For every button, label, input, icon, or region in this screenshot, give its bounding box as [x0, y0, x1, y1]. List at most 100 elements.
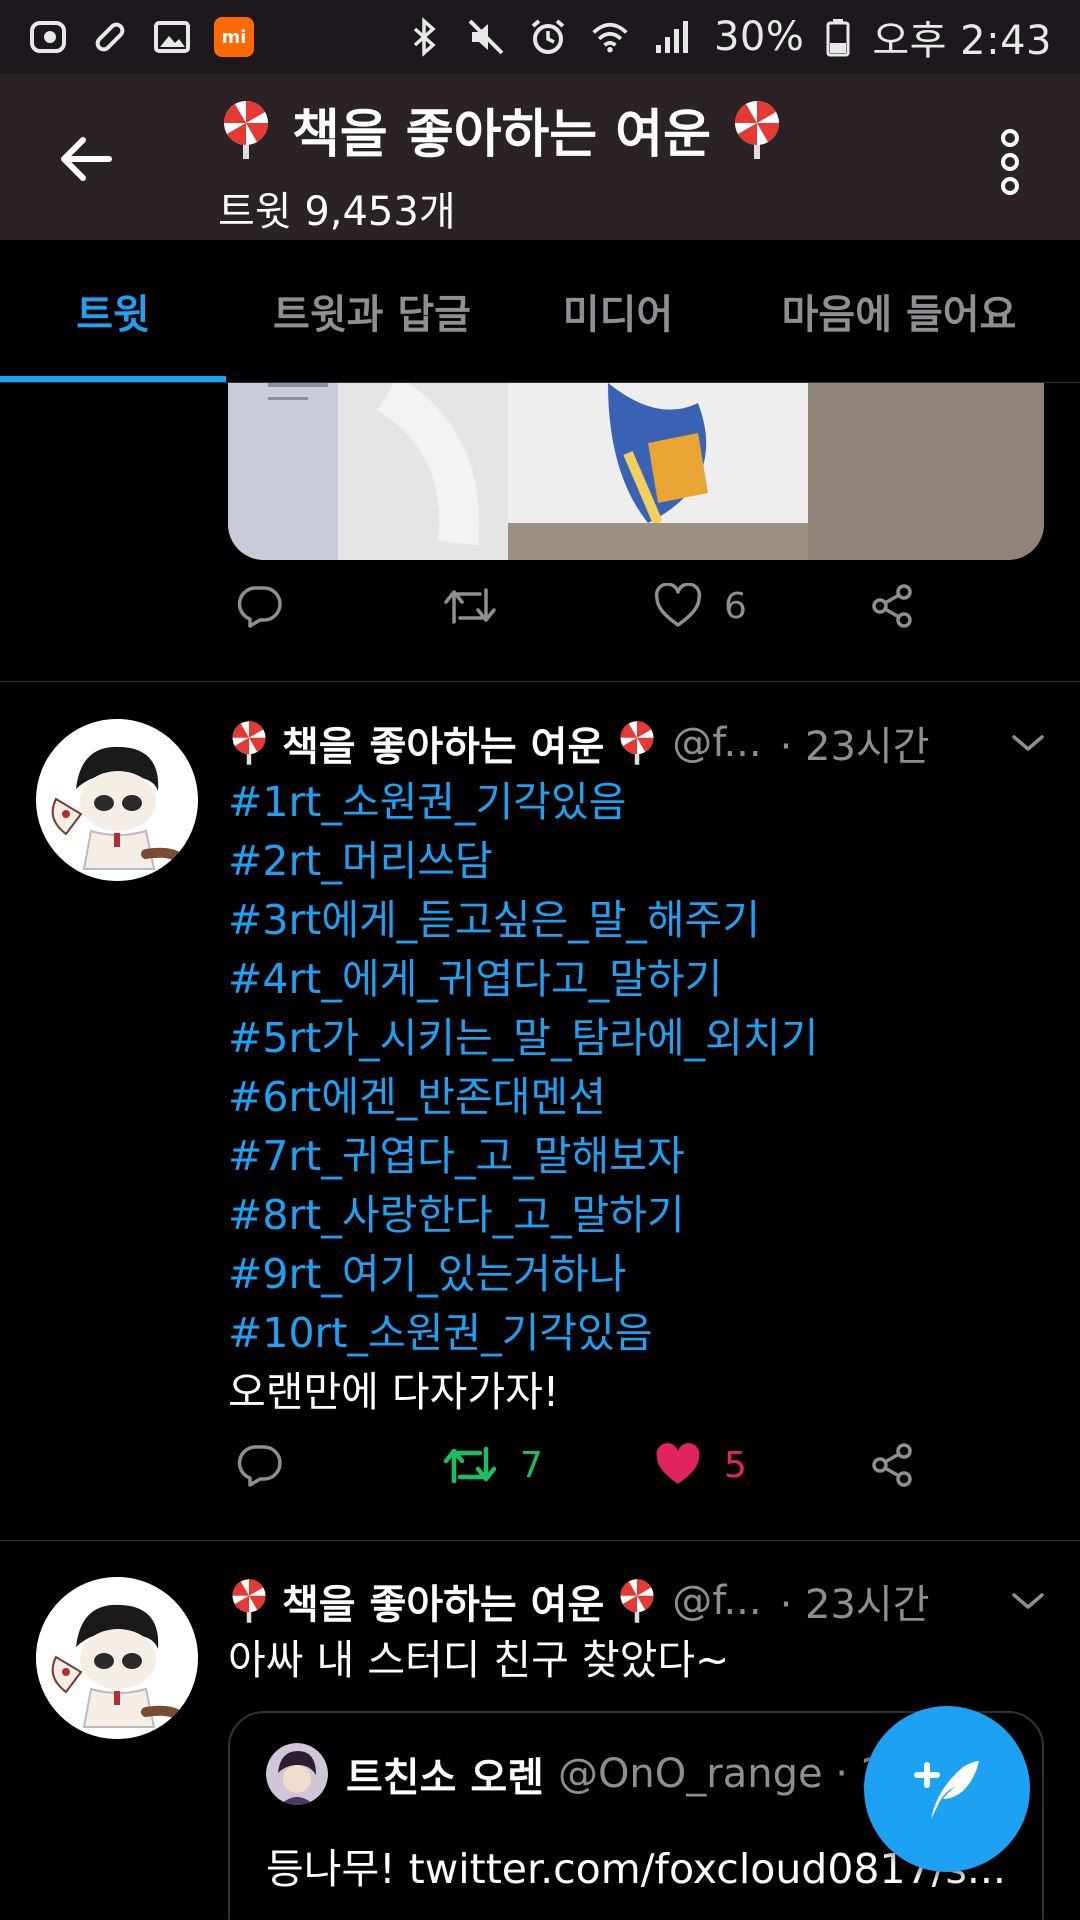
battery-percent: 30% [713, 14, 805, 60]
mug-photo [228, 383, 1044, 560]
chevron-down-icon [1012, 735, 1044, 751]
retweet-icon [443, 1446, 497, 1484]
mute-icon [466, 17, 506, 57]
tweet-author-name[interactable]: 책을 좋아하는 여운 [228, 714, 658, 772]
back-button[interactable] [50, 124, 120, 194]
tweet-menu-button[interactable] [1008, 723, 1048, 773]
tweet-handle: @f... [672, 720, 762, 766]
avatar-illustration [36, 1577, 198, 1739]
tweet1-actions: 7 5 [228, 1430, 988, 1500]
signal-icon [652, 17, 692, 57]
alarm-icon [528, 17, 568, 57]
bluetooth-icon [404, 17, 444, 57]
tweet-media-image[interactable] [228, 383, 1044, 560]
tweet0-actions: 6 [228, 571, 988, 641]
hashtag-link[interactable]: #3rt에게_듣고싶은_말_해주기 [228, 891, 1048, 950]
hashtag-link[interactable]: #8rt_사랑한다_고_말하기 [228, 1186, 1048, 1245]
retweet-button[interactable]: 7 [442, 1441, 543, 1489]
reply-icon [237, 586, 282, 628]
tweet-divider [0, 681, 1080, 682]
quoted-author-name: 트친소 오렌 [346, 1755, 544, 1801]
quoted-avatar [266, 1743, 328, 1805]
heart-icon [654, 583, 702, 627]
tweet-handle: @f... [672, 1578, 762, 1624]
tweet-author-name-text: 책을 좋아하는 여운 [282, 1582, 605, 1628]
profile-tabs: 트윗 트윗과 답글 미디어 마음에 들어요 [0, 240, 1080, 383]
avatar[interactable] [36, 1577, 198, 1739]
hashtag-link[interactable]: #6rt에겐_반존대멘션 [228, 1068, 1048, 1127]
hashtag-link[interactable]: #1rt_소원권_기각있음 [228, 773, 1048, 832]
lollipop-icon [232, 1579, 266, 1623]
reply-button[interactable] [236, 582, 284, 630]
tweet-timestamp: · 23시간 [779, 1582, 930, 1628]
more-vertical-icon [1001, 129, 1019, 195]
tweet1-header: 책을 좋아하는 여운 @f... · 23시간 [228, 713, 1048, 773]
tab-likes[interactable]: 마음에 들어요 [718, 240, 1080, 382]
hashtag-link[interactable]: #4rt_에게_귀엽다고_말하기 [228, 950, 1048, 1009]
reply-icon [237, 1445, 282, 1487]
app-header: 책을 좋아하는 여운 트윗 9,453개 [0, 74, 1080, 240]
lollipop-icon [224, 100, 268, 159]
quoted-tweet-header: 트친소 오렌 @OnO_range · 2 [266, 1743, 886, 1805]
retweet-button[interactable] [442, 582, 498, 630]
tweet-author-name[interactable]: 책을 좋아하는 여운 [228, 1572, 658, 1630]
battery-icon [826, 17, 850, 57]
retweet-count: 7 [520, 1444, 543, 1486]
clock: 오후 2:43 [872, 8, 1052, 66]
compose-feather-icon [914, 1761, 979, 1819]
tweet-timestamp: · 23시간 [779, 724, 930, 770]
app-icon [28, 17, 68, 57]
tab-tweets[interactable]: 트윗 [0, 240, 226, 382]
share-button[interactable] [868, 1441, 916, 1489]
like-button[interactable]: 6 [654, 583, 747, 629]
tweet2-header: 책을 좋아하는 여운 @f... · 23시간 [228, 1571, 1048, 1631]
mi-icon: mi [214, 17, 254, 57]
tab-tweets-and-replies[interactable]: 트윗과 답글 [226, 240, 518, 382]
share-icon [872, 584, 912, 628]
tweet-divider [0, 1540, 1080, 1541]
compose-tweet-button[interactable] [864, 1706, 1030, 1872]
lollipop-icon [620, 721, 654, 765]
clock-time: 2:43 [960, 18, 1052, 64]
page-title: 책을 좋아하는 여운 [218, 92, 785, 167]
chevron-down-icon [1012, 1593, 1044, 1609]
reply-button[interactable] [236, 1441, 284, 1489]
status-bar: mi 30% 오후 2:43 [0, 0, 1080, 74]
tweet2-text: 아싸 내 스터디 친구 찾았다~ [228, 1631, 1048, 1690]
quoted-handle: @OnO_range · 2 [557, 1751, 887, 1797]
wifi-icon [590, 17, 630, 57]
pill-icon [90, 17, 130, 57]
back-arrow-icon [61, 137, 112, 181]
hashtag-link[interactable]: #7rt_귀엽다_고_말해보자 [228, 1127, 1048, 1186]
like-button[interactable]: 5 [654, 1442, 747, 1488]
lollipop-icon [620, 1579, 654, 1623]
gallery-icon [152, 17, 192, 57]
retweet-icon [444, 588, 496, 624]
like-count: 6 [724, 585, 747, 627]
lollipop-icon [734, 100, 779, 159]
tab-media[interactable]: 미디어 [518, 240, 718, 382]
hashtag-link[interactable]: #5rt가_시키는_말_탐라에_외치기 [228, 1009, 1048, 1068]
clock-ampm: 오후 [872, 18, 947, 64]
tweet1-text: #1rt_소원권_기각있음 #2rt_머리쓰담 #3rt에게_듣고싶은_말_해주… [228, 773, 1048, 1422]
hashtag-link[interactable]: #2rt_머리쓰담 [228, 832, 1048, 891]
more-options-button[interactable] [980, 122, 1040, 202]
avatar-illustration [36, 719, 198, 881]
avatar[interactable] [36, 719, 198, 881]
tweet-closing-text: 오랜만에 다자가자! [228, 1368, 560, 1416]
hashtag-link[interactable]: #9rt_여기_있는거하나 [228, 1245, 1048, 1304]
status-left: mi [28, 17, 254, 57]
status-right: 30% 오후 2:43 [404, 8, 1052, 66]
share-icon [872, 1443, 912, 1487]
profile-title-block: 책을 좋아하는 여운 트윗 9,453개 [218, 92, 785, 237]
tweet-count: 트윗 9,453개 [218, 189, 456, 235]
tweet-menu-button[interactable] [1008, 1581, 1048, 1631]
tweet-author-name-text: 책을 좋아하는 여운 [282, 724, 605, 770]
tweet-feed[interactable]: 6 책을 좋아하는 여운 @f... · 23시간 #1rt_소원권_기각있음 … [0, 383, 1080, 1920]
share-button[interactable] [868, 582, 916, 630]
hashtag-link[interactable]: #10rt_소원권_기각있음 [228, 1304, 1048, 1363]
page-title-text: 책을 좋아하는 여운 [292, 105, 711, 165]
heart-filled-icon [656, 1443, 700, 1484]
tweet-text: 아싸 내 스터디 친구 찾았다~ [228, 1636, 730, 1684]
lollipop-icon [232, 721, 266, 765]
